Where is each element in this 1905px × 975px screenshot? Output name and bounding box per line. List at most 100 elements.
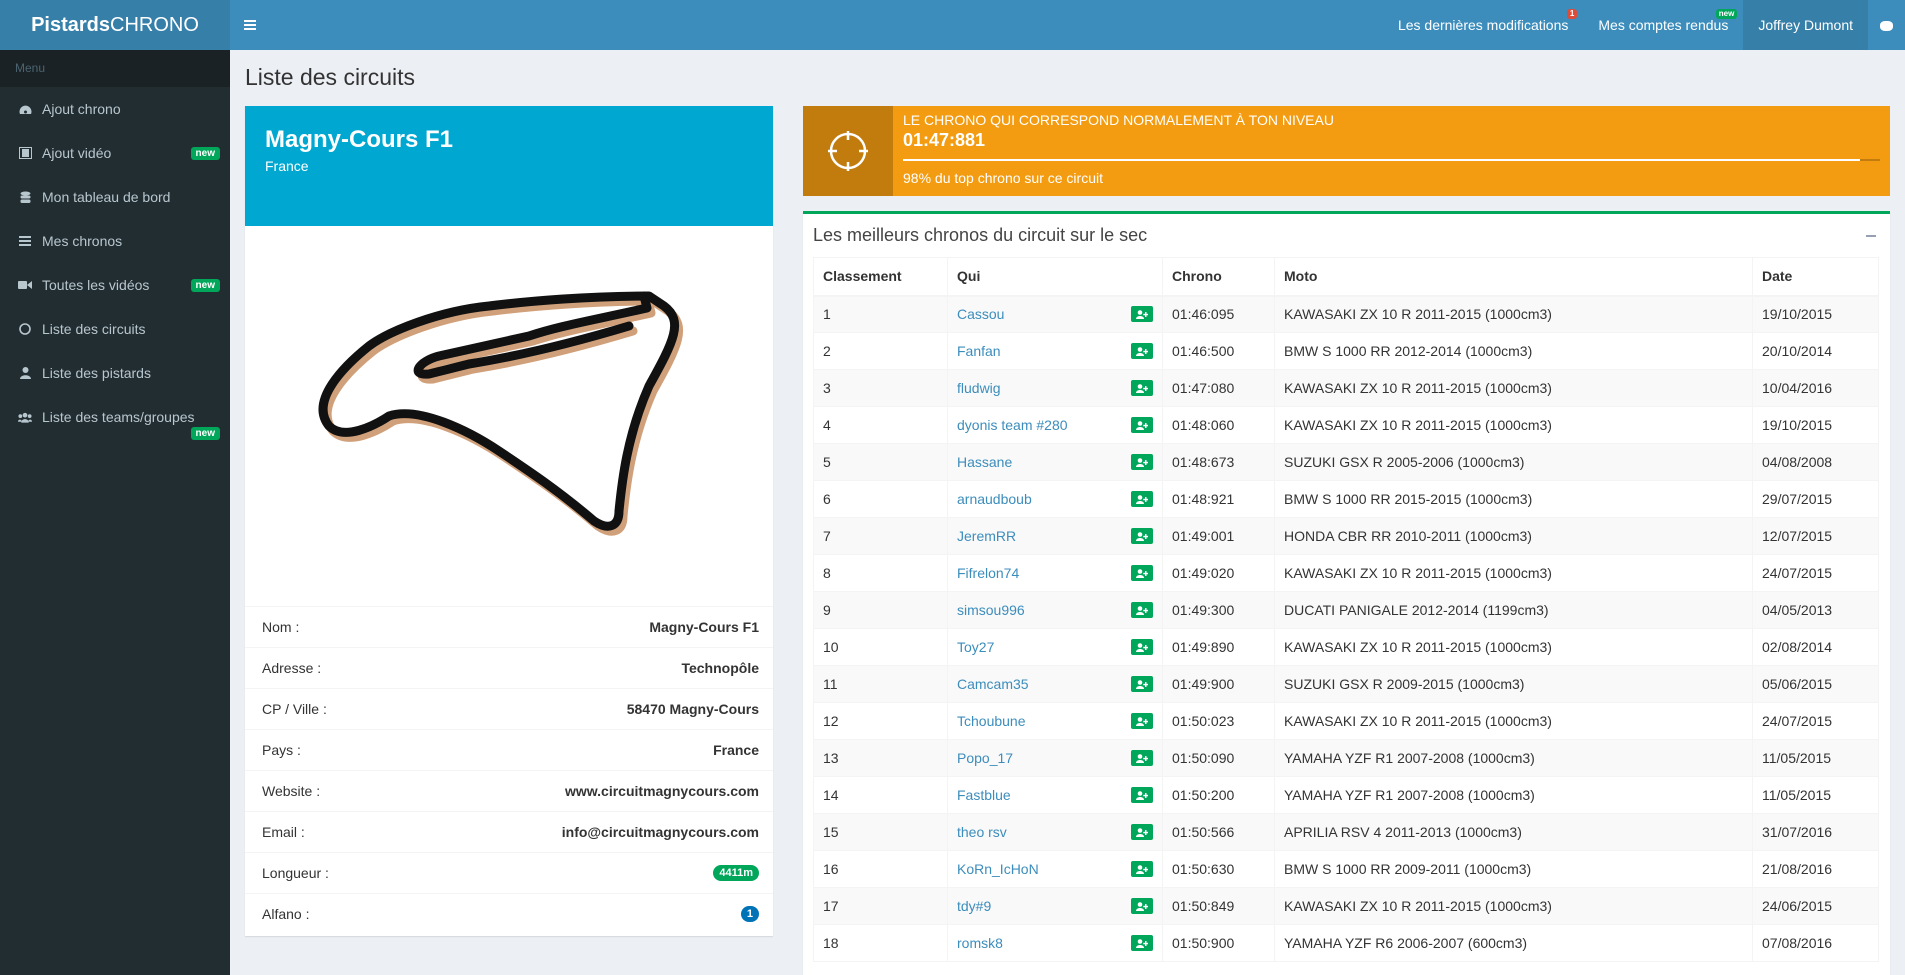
user-plus-icon: [1136, 383, 1148, 393]
table-row: 8 Fifrelon74 01:49:020 KAWASAKI ZX 10 R 201…: [813, 554, 1879, 592]
date-cell: 19/10/2015: [1752, 406, 1879, 444]
rank-cell: 11: [813, 665, 948, 703]
notification-badge: 1: [1566, 9, 1578, 19]
rank-cell: 12: [813, 702, 948, 740]
add-friend-button[interactable]: [1131, 639, 1153, 655]
rank-cell: 2: [813, 332, 948, 370]
rider-link[interactable]: dyonis team #280: [957, 417, 1068, 433]
sidebar-item-liste-des-teams[interactable]: Liste des teams/groupes new: [0, 395, 230, 440]
add-friend-button[interactable]: [1131, 898, 1153, 914]
sidebar-item-toutes-les-videos[interactable]: Toutes les vidéos new: [0, 263, 230, 307]
chrono-cell: 01:46:095: [1162, 295, 1275, 333]
add-friend-button[interactable]: [1131, 565, 1153, 581]
user-plus-icon: [1136, 605, 1148, 615]
add-friend-button[interactable]: [1131, 343, 1153, 359]
sidebar-item-ajout-video[interactable]: Ajout vidéo new: [0, 131, 230, 175]
user-plus-icon: [1136, 716, 1148, 726]
nav-my-reports[interactable]: Mes comptes rendus new: [1583, 0, 1743, 50]
column-header-moto[interactable]: Moto: [1274, 257, 1753, 297]
chrono-cell: 01:48:921: [1162, 480, 1275, 518]
rider-cell: KoRn_IcHoN: [947, 850, 1163, 888]
rider-link[interactable]: Hassane: [957, 454, 1012, 470]
rider-cell: arnaudboub: [947, 480, 1163, 518]
add-friend-button[interactable]: [1131, 454, 1153, 470]
rider-link[interactable]: Fifrelon74: [957, 565, 1019, 581]
user-menu[interactable]: Joffrey Dumont: [1743, 0, 1868, 50]
table-row: 1 Cassou 01:46:095 KAWASAKI ZX 10 R 2011-20…: [813, 295, 1879, 333]
sidebar-item-ajout-chrono[interactable]: Ajout chrono: [0, 87, 230, 131]
column-header-chrono[interactable]: Chrono: [1162, 257, 1275, 297]
rider-cell: JeremRR: [947, 517, 1163, 555]
add-friend-button[interactable]: [1131, 306, 1153, 323]
sidebar-item-mes-chronos[interactable]: Mes chronos: [0, 219, 230, 263]
table-row: 4 dyonis team #280 01:48:060 KAWASAKI ZX 10…: [813, 406, 1879, 444]
info-row-pays: Pays : France: [245, 729, 773, 770]
chrono-cell: 01:46:500: [1162, 332, 1275, 370]
user-plus-icon: [1136, 901, 1148, 911]
add-friend-button[interactable]: [1131, 750, 1153, 766]
collapse-button[interactable]: [1866, 234, 1876, 237]
add-friend-button[interactable]: [1131, 602, 1153, 618]
moto-cell: SUZUKI GSX R 2009-2015 (1000cm3): [1274, 665, 1753, 703]
rider-cell: Camcam35: [947, 665, 1163, 703]
user-plus-icon: [1136, 346, 1148, 356]
best-times-title: Les meilleurs chronos du circuit sur le …: [813, 225, 1148, 245]
rider-link[interactable]: JeremRR: [957, 528, 1016, 544]
nav-latest-changes[interactable]: Les dernières modifications 1: [1383, 0, 1583, 50]
column-header-classement[interactable]: Classement: [813, 257, 948, 297]
rank-cell: 16: [813, 850, 948, 888]
add-friend-button[interactable]: [1131, 787, 1153, 803]
rider-link[interactable]: Popo_17: [957, 750, 1013, 766]
sidebar-toggle-button[interactable]: [230, 0, 270, 50]
rider-link[interactable]: tdy#9: [957, 898, 991, 914]
user-icon: [18, 366, 32, 380]
add-friend-button[interactable]: [1131, 676, 1153, 692]
user-plus-icon: [1136, 790, 1148, 800]
app-logo[interactable]: PistardsCHRONO: [0, 0, 230, 50]
rank-cell: 4: [813, 406, 948, 444]
rider-link[interactable]: arnaudboub: [957, 491, 1032, 507]
rank-cell: 9: [813, 591, 948, 629]
new-badge: new: [1715, 9, 1738, 19]
rank-cell: 10: [813, 628, 948, 666]
add-friend-button[interactable]: [1131, 824, 1153, 840]
comments-icon: [1880, 21, 1893, 32]
rider-link[interactable]: KoRn_IcHoN: [957, 861, 1039, 877]
add-friend-button[interactable]: [1131, 380, 1153, 396]
add-friend-button[interactable]: [1131, 713, 1153, 729]
circuit-header: Magny-Cours F1 France: [245, 106, 773, 226]
add-friend-button[interactable]: [1131, 935, 1153, 951]
table-row: 12 Tchoubune 01:50:023 KAWASAKI ZX 10 R 201…: [813, 702, 1879, 740]
rider-link[interactable]: simsou996: [957, 602, 1025, 618]
rider-link[interactable]: fludwig: [957, 380, 1001, 396]
rider-link[interactable]: romsk8: [957, 935, 1003, 951]
sidebar-item-tableau-de-bord[interactable]: Mon tableau de bord: [0, 175, 230, 219]
rider-cell: romsk8: [947, 924, 1163, 962]
table-row: 10 Toy27 01:49:890 KAWASAKI ZX 10 R 2011-20…: [813, 628, 1879, 666]
add-friend-button[interactable]: [1131, 417, 1153, 433]
users-icon: [18, 410, 32, 424]
info-row-longueur: Longueur : 4411m: [245, 852, 773, 893]
list-icon: [18, 234, 32, 248]
column-header-date[interactable]: Date: [1752, 257, 1879, 297]
chrono-cell: 01:49:900: [1162, 665, 1275, 703]
rider-link[interactable]: Toy27: [957, 639, 994, 655]
moto-cell: BMW S 1000 RR 2009-2011 (1000cm3): [1274, 850, 1753, 888]
track-map-image: [245, 226, 773, 606]
rider-link[interactable]: Fastblue: [957, 787, 1011, 803]
sidebar-item-liste-des-circuits[interactable]: Liste des circuits: [0, 307, 230, 351]
rider-link[interactable]: Fanfan: [957, 343, 1001, 359]
table-row: 6 arnaudboub 01:48:921 BMW S 1000 RR 2015-2…: [813, 480, 1879, 518]
rider-link[interactable]: Cassou: [957, 306, 1004, 322]
chrono-cell: 01:49:300: [1162, 591, 1275, 629]
add-friend-button[interactable]: [1131, 861, 1153, 877]
rider-link[interactable]: Camcam35: [957, 676, 1029, 692]
new-badge: new: [190, 427, 220, 440]
rider-link[interactable]: theo rsv: [957, 824, 1007, 840]
add-friend-button[interactable]: [1131, 491, 1153, 507]
sidebar-item-liste-des-pistards[interactable]: Liste des pistards: [0, 351, 230, 395]
column-header-qui[interactable]: Qui: [947, 257, 1163, 297]
add-friend-button[interactable]: [1131, 528, 1153, 544]
rider-link[interactable]: Tchoubune: [957, 713, 1026, 729]
chat-button[interactable]: [1868, 0, 1905, 50]
